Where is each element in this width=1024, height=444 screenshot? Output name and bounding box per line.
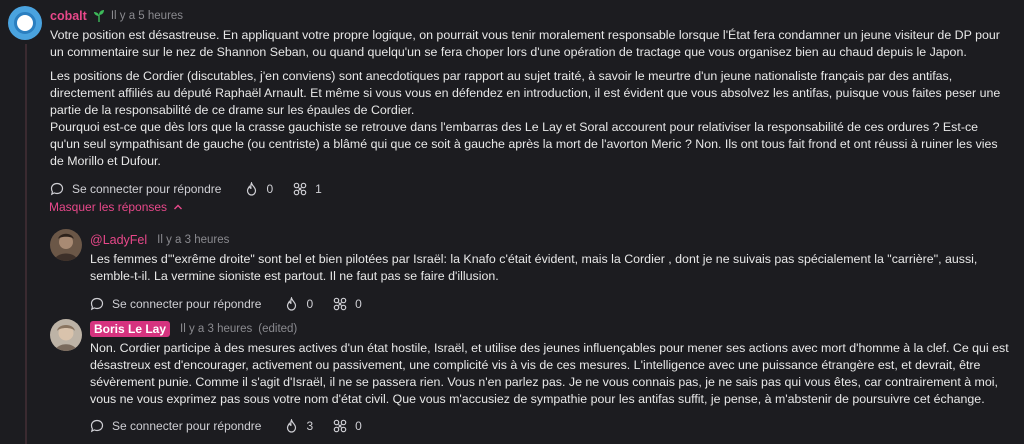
like-count: 0 [266, 182, 274, 196]
avatar[interactable] [50, 319, 82, 351]
comment-paragraph: Pourquoi est-ce que dès lors que la cras… [50, 120, 998, 168]
comment-paragraph: Les femmes d'"exrême droite" sont bel et… [90, 252, 978, 283]
comment-body: Les femmes d'"exrême droite" sont bel et… [90, 251, 1010, 285]
main-comment: cobalt Il y a 5 heures Votre position es… [50, 8, 1010, 199]
award-button[interactable]: 1 [293, 182, 322, 196]
award-count: 1 [315, 182, 322, 196]
award-icon [333, 419, 347, 433]
award-button[interactable]: 0 [333, 419, 362, 433]
award-icon [333, 297, 347, 311]
like-button[interactable]: 0 [285, 297, 313, 311]
thread-line [25, 44, 27, 444]
comment-meta: cobalt Il y a 5 heures [50, 8, 1010, 24]
hide-replies-label: Masquer les réponses [49, 200, 168, 214]
like-button[interactable]: 0 [245, 182, 273, 196]
flame-icon [285, 297, 298, 311]
comment-paragraph: Non. Cordier participe à des mesures act… [90, 341, 1009, 406]
hide-replies-button[interactable]: Masquer les réponses [49, 200, 183, 214]
like-count: 0 [306, 297, 314, 311]
avatar-image [14, 12, 36, 34]
speech-bubble-icon [90, 297, 104, 311]
edited-label: (edited) [258, 323, 298, 335]
like-button[interactable]: 3 [285, 419, 313, 433]
reply-label: Se connecter pour répondre [72, 182, 222, 196]
comment-paragraph: Les positions de Cordier (discutables, j… [50, 69, 1001, 117]
award-count: 0 [355, 419, 362, 433]
comment-body: Non. Cordier participe à des mesures act… [90, 340, 1010, 408]
comment-actions: Se connecter pour répondre 0 0 [90, 294, 1010, 314]
comment-actions: Se connecter pour répondre 3 0 [90, 416, 1010, 436]
comment-actions: Se connecter pour répondre 0 1 [50, 179, 1010, 199]
reply-content: Boris Le Lay Il y a 3 heures (edited) No… [90, 319, 1010, 436]
reply-button[interactable]: Se connecter pour répondre [90, 419, 261, 433]
author-name[interactable]: cobalt [50, 9, 87, 23]
reply-comment: Boris Le Lay Il y a 3 heures (edited) No… [50, 319, 1010, 439]
award-button[interactable]: 0 [333, 297, 362, 311]
avatar[interactable] [8, 6, 42, 40]
speech-bubble-icon [90, 419, 104, 433]
reply-button[interactable]: Se connecter pour répondre [90, 297, 261, 311]
flame-icon [245, 182, 258, 196]
comment-paragraph: Votre position est désastreuse. En appli… [50, 28, 1000, 59]
comment-meta: @LadyFel Il y a 3 heures [90, 232, 1010, 248]
avatar-image [50, 229, 82, 261]
comment-meta: Boris Le Lay Il y a 3 heures (edited) [90, 321, 1010, 337]
reply-comment: @LadyFel Il y a 3 heures Les femmes d'"e… [50, 229, 1010, 311]
avatar-image [50, 319, 82, 351]
author-name[interactable]: @LadyFel [90, 233, 147, 247]
reply-button[interactable]: Se connecter pour répondre [50, 182, 221, 196]
award-icon [293, 182, 307, 196]
timestamp: Il y a 3 heures [180, 323, 253, 335]
chevron-up-icon [173, 203, 183, 211]
timestamp: Il y a 5 heures [110, 10, 184, 22]
award-count: 0 [355, 297, 362, 311]
sprout-icon [93, 10, 104, 22]
like-count: 3 [306, 419, 314, 433]
timestamp: Il y a 3 heures [157, 234, 230, 246]
author-name-badge[interactable]: Boris Le Lay [90, 321, 171, 337]
reply-label: Se connecter pour répondre [112, 297, 262, 311]
reply-label: Se connecter pour répondre [112, 419, 262, 433]
speech-bubble-icon [50, 182, 64, 196]
reply-content: @LadyFel Il y a 3 heures Les femmes d'"e… [90, 229, 1010, 314]
avatar[interactable] [50, 229, 82, 261]
flame-icon [285, 419, 298, 433]
comment-body: Votre position est désastreuse. En appli… [50, 27, 1010, 170]
